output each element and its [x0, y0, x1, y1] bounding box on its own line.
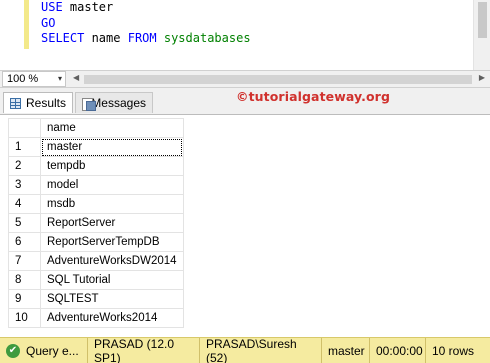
keyword: USE [41, 0, 63, 14]
status-elapsed-time: 00:00:00 [370, 338, 426, 363]
grid-cell[interactable]: model [40, 175, 184, 195]
system-object: sysdatabases [163, 31, 251, 45]
table-row[interactable]: 9 SQLTEST [8, 289, 184, 309]
table-row[interactable]: 6 ReportServerTempDB [8, 232, 184, 252]
tab-messages-label: Messages [91, 96, 146, 110]
status-query-label: Query e... [26, 343, 79, 358]
grid-cell[interactable]: msdb [40, 194, 184, 214]
keyword: SELECT [41, 31, 85, 45]
status-server: PRASAD (12.0 SP1) [88, 337, 200, 363]
table-row[interactable]: 5 ReportServer [8, 213, 184, 233]
sql-editor[interactable]: USE master GO SELECT name FROM sysdatabase… [0, 0, 490, 70]
editor-vertical-scrollbar[interactable] [473, 0, 490, 70]
table-row[interactable]: 4 msdb [8, 194, 184, 214]
table-row[interactable]: 7 AdventureWorksDW2014 [8, 251, 184, 271]
row-number[interactable]: 1 [8, 137, 41, 157]
tab-results-label: Results [25, 96, 66, 110]
code-line-3: SELECT name FROM sysdatabases [41, 31, 251, 47]
scrollbar-thumb[interactable] [478, 2, 487, 38]
status-row-count: 10 rows [432, 343, 475, 358]
keyword: GO [41, 15, 56, 30]
grid-cell[interactable]: master [40, 137, 184, 157]
table-row[interactable]: 1 master [8, 137, 184, 157]
table-row[interactable]: 10 AdventureWorks2014 [8, 308, 184, 328]
grid-cell[interactable]: ReportServer [40, 213, 184, 233]
identifier: master [62, 0, 114, 14]
editor-horizontal-scrollbar[interactable]: ◀ ▶ [70, 73, 488, 86]
grid-cell[interactable]: ReportServerTempDB [40, 232, 184, 252]
status-bar: ✔ Query e... PRASAD (12.0 SP1) PRASAD\Su… [0, 337, 490, 363]
sql-code[interactable]: USE master GO SELECT name FROM sysdatabase… [41, 0, 251, 47]
table-row[interactable]: 2 tempdb [8, 156, 184, 176]
keyword: FROM [127, 31, 157, 45]
column-header-name[interactable]: name [40, 118, 184, 138]
row-number[interactable]: 6 [8, 232, 41, 252]
scroll-left-icon[interactable]: ◀ [73, 73, 79, 82]
status-user: PRASAD\Suresh (52) [200, 337, 322, 363]
row-number[interactable]: 2 [8, 156, 41, 176]
code-line-1: USE master [41, 0, 251, 16]
table-row[interactable]: 8 SQL Tutorial [8, 270, 184, 290]
change-tracking-bar [24, 0, 29, 49]
tab-results[interactable]: Results [3, 92, 73, 113]
row-number[interactable]: 9 [8, 289, 41, 309]
code-line-2: GO [41, 16, 251, 32]
identifier: name [84, 31, 128, 45]
grid-cell[interactable]: AdventureWorksDW2014 [40, 251, 184, 271]
status-database: master [322, 338, 370, 363]
grid-icon [10, 97, 21, 109]
status-query: ✔ Query e... [0, 338, 88, 363]
grid-header-row: name [8, 118, 184, 138]
results-grid[interactable]: name 1 master 2 tempdb 3 model 4 msdb 5 Repor… [8, 118, 184, 328]
zoom-dropdown[interactable]: 100 % ▾ [2, 71, 66, 87]
row-number[interactable]: 5 [8, 213, 41, 233]
row-number[interactable]: 7 [8, 251, 41, 271]
success-icon: ✔ [6, 343, 20, 358]
grid-corner[interactable] [8, 118, 41, 138]
table-row[interactable]: 3 model [8, 175, 184, 195]
scroll-right-icon[interactable]: ▶ [479, 73, 485, 82]
row-number[interactable]: 3 [8, 175, 41, 195]
results-pane: name 1 master 2 tempdb 3 model 4 msdb 5 Repor… [0, 114, 490, 338]
grid-cell[interactable]: tempdb [40, 156, 184, 176]
chevron-down-icon[interactable]: ▾ [58, 74, 62, 83]
row-number[interactable]: 10 [8, 308, 41, 328]
grid-cell[interactable]: AdventureWorks2014 [40, 308, 184, 328]
grid-cell[interactable]: SQL Tutorial [40, 270, 184, 290]
tab-messages[interactable]: Messages [75, 92, 153, 113]
zoom-bar: 100 % ▾ ◀ ▶ [0, 70, 490, 88]
scrollbar-thumb[interactable] [84, 75, 472, 84]
row-number[interactable]: 8 [8, 270, 41, 290]
watermark: ©tutorialgateway.org [236, 89, 390, 104]
zoom-value: 100 % [7, 73, 39, 85]
grid-cell[interactable]: SQLTEST [40, 289, 184, 309]
row-number[interactable]: 4 [8, 194, 41, 214]
messages-icon [82, 97, 98, 111]
